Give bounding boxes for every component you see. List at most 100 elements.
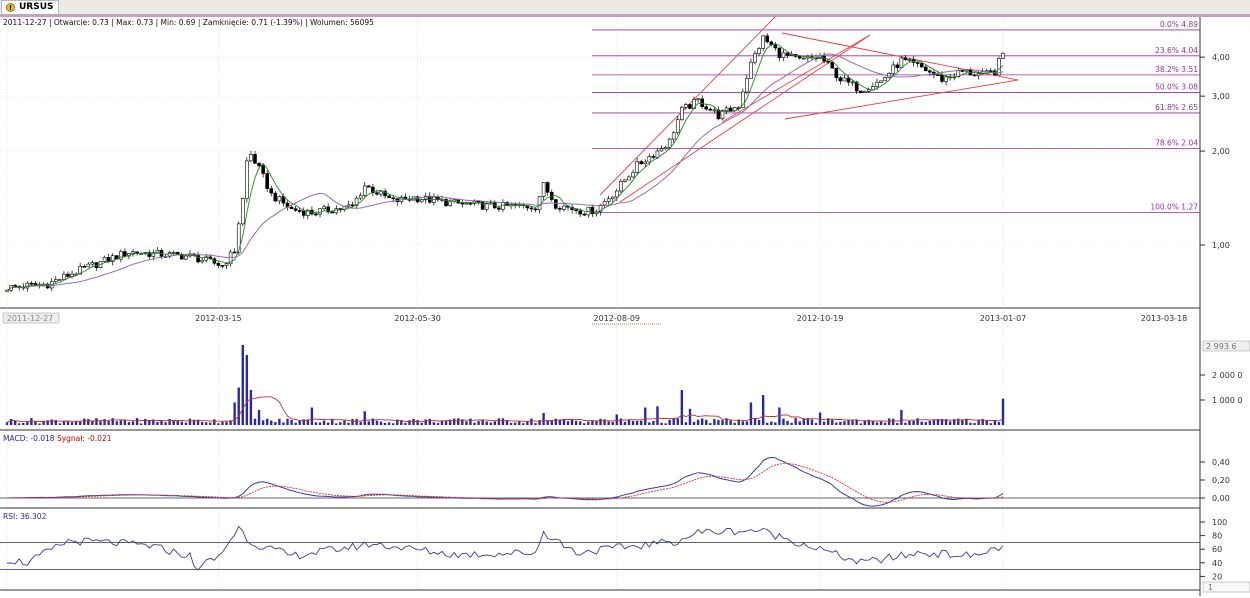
volume-last-label: 2 993 6: [1206, 342, 1237, 351]
volume-bar: [111, 418, 114, 425]
volume-bar: [420, 422, 423, 425]
volume-bar: [534, 423, 537, 425]
volume-bar: [501, 418, 505, 425]
volume-bar: [623, 421, 627, 425]
candle-body: [476, 200, 481, 203]
volume-bar: [550, 420, 553, 425]
candle-body: [753, 53, 757, 63]
volume-bar: [387, 422, 391, 425]
volume-bar: [997, 422, 1001, 425]
volume-bar: [526, 421, 529, 425]
volume-bar: [180, 421, 184, 425]
candle-body: [765, 35, 770, 43]
volume-bar: [278, 418, 281, 425]
volume-bar: [481, 420, 484, 425]
volume-bar: [745, 421, 749, 425]
volume-bar: [660, 422, 663, 425]
candle-body: [919, 63, 924, 68]
candle-body: [460, 202, 465, 205]
x-tick-label: 2011-12-27: [7, 314, 54, 323]
volume-bar: [257, 410, 261, 425]
volume-bar: [375, 420, 379, 425]
volume-bar: [843, 421, 846, 425]
volume-bar: [786, 420, 789, 425]
candle-body: [350, 204, 355, 207]
candle-body: [106, 257, 111, 262]
y-tick-label: 3,00: [1212, 92, 1230, 101]
sma-long-line: [6, 53, 1004, 291]
x-tick-label: 2013-03-18: [1141, 314, 1188, 323]
candle-body: [171, 251, 176, 254]
fib-level-label: 0.0% 4.89: [1160, 20, 1198, 29]
candle-body: [322, 206, 326, 210]
candle-body: [940, 74, 944, 82]
candle-body: [761, 35, 765, 49]
volume-bar: [465, 421, 468, 425]
volume-bar: [135, 418, 139, 425]
volume-bar: [379, 421, 383, 425]
volume-bar: [326, 422, 330, 425]
volume-bar: [774, 422, 777, 425]
volume-bar: [603, 419, 606, 425]
candle-body: [448, 201, 452, 207]
candle-body: [635, 161, 639, 173]
volume-bar: [599, 418, 602, 425]
volume-bar: [184, 422, 188, 425]
volume-bar: [237, 387, 240, 425]
volume-bar: [270, 420, 273, 425]
macd-tick-label: 0,40: [1212, 458, 1230, 467]
chart-canvas[interactable]: 2011-12-27 2012-03-15 2012-05-30 2012-08-09…: [0, 0, 1250, 598]
volume-bar: [115, 421, 118, 425]
volume-bar: [513, 422, 517, 425]
volume-bar: [680, 390, 684, 425]
volume-bar: [416, 420, 419, 425]
volume-bar: [225, 421, 228, 425]
volume-bar: [583, 423, 586, 425]
volume-bar: [58, 423, 62, 425]
volume-bar: [770, 421, 773, 425]
candle-body: [647, 156, 652, 163]
candle-body: [602, 201, 607, 206]
candle-body: [749, 61, 753, 79]
candle-body: [826, 60, 830, 63]
candle-body: [289, 206, 294, 209]
volume-bar: [595, 420, 598, 425]
volume-bar: [900, 410, 903, 425]
volume-bar: [615, 414, 618, 425]
candle-body: [480, 201, 485, 210]
volume-bar: [782, 418, 785, 425]
volume-bar: [233, 402, 236, 425]
candle-body: [387, 195, 391, 199]
volume-bar: [265, 418, 269, 425]
candle-body: [643, 161, 648, 165]
volume-bar: [209, 422, 212, 425]
volume-bar: [749, 402, 753, 425]
candle-body: [781, 52, 786, 59]
volume-bar: [635, 420, 639, 425]
volume-bar: [631, 421, 635, 425]
candle-body: [533, 208, 538, 211]
volume-bar: [879, 421, 883, 425]
volume-bar: [404, 422, 407, 425]
volume-bar: [587, 421, 590, 425]
volume-bar: [696, 419, 700, 425]
candle-body: [696, 98, 700, 101]
macd-label: MACD: -0.018 Sygnał: -0.021: [3, 434, 112, 443]
candle-body: [923, 66, 928, 72]
candle-body: [875, 82, 879, 87]
volume-bar: [22, 422, 25, 425]
volume-bar: [814, 422, 818, 425]
candle-body: [578, 210, 583, 215]
candle-body: [53, 279, 58, 282]
volume-bar: [798, 421, 801, 425]
fib-level-label: 78.6% 2.04: [1155, 138, 1198, 147]
volume-bar: [831, 419, 834, 425]
volume-bar: [131, 421, 135, 425]
volume-bar: [221, 421, 224, 425]
volume-bar: [62, 421, 66, 425]
volume-bar: [50, 419, 53, 425]
volume-bar: [335, 423, 338, 425]
volume-bar: [705, 419, 708, 425]
volume-bar: [692, 421, 696, 425]
candle-body: [610, 196, 615, 200]
